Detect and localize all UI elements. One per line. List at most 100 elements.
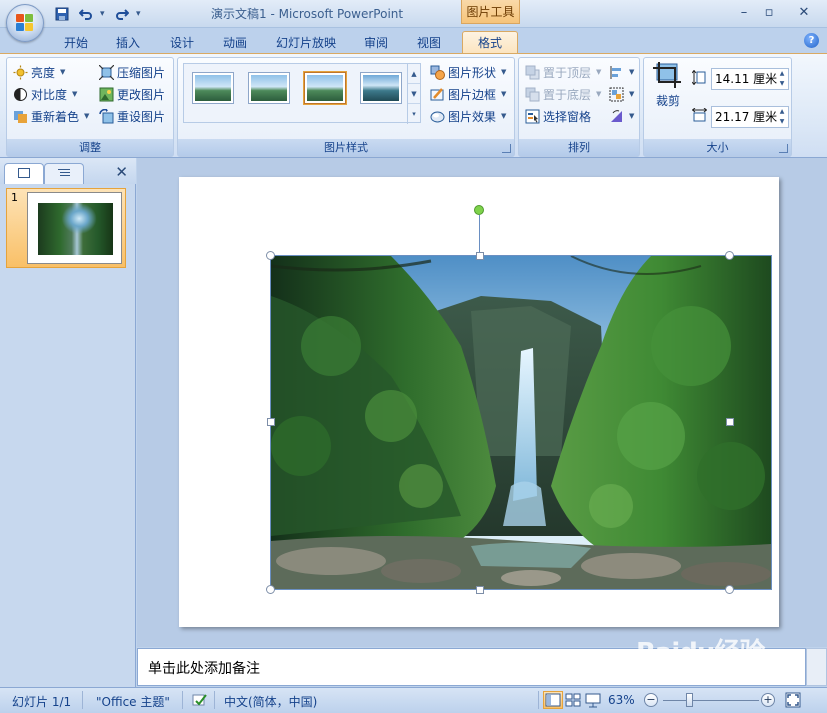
tab-slideshow[interactable]: 幻灯片放映 xyxy=(271,32,341,54)
reset-picture-icon xyxy=(99,108,114,124)
resize-handle-right[interactable] xyxy=(726,418,734,426)
ribbon: 亮度 ▼ 对比度 ▼ 重新着色 ▼ 压缩图片 更改图片 重设图片 调整 ▲ ▼ … xyxy=(0,53,827,158)
spinner-arrows-icon[interactable]: ▲ ▼ xyxy=(776,69,788,89)
help-icon[interactable]: ? xyxy=(804,33,819,48)
close-button[interactable]: ✕ xyxy=(790,2,818,22)
slide-canvas[interactable] xyxy=(179,177,779,627)
shape-width-input[interactable]: 21.17 厘米 ▲ ▼ xyxy=(711,106,789,128)
bring-to-front-button[interactable]: 置于顶层 ▼ xyxy=(525,62,601,82)
picture-border-label: 图片边框 xyxy=(448,87,497,102)
zoom-slider-thumb[interactable] xyxy=(686,693,693,707)
slide-editing-area xyxy=(137,158,827,647)
shape-height-input[interactable]: 14.11 厘米 ▲ ▼ xyxy=(711,68,789,90)
tab-design[interactable]: 设计 xyxy=(164,32,200,54)
dialog-launcher-icon[interactable] xyxy=(779,144,788,153)
brightness-button[interactable]: 亮度 ▼ xyxy=(13,62,65,82)
tab-slides[interactable] xyxy=(4,163,44,184)
chevron-down-icon: ▼ xyxy=(84,112,90,120)
tab-home[interactable]: 开始 xyxy=(58,32,94,54)
tab-insert[interactable]: 插入 xyxy=(110,32,146,54)
save-icon[interactable] xyxy=(52,5,72,23)
recolor-button[interactable]: 重新着色 ▼ xyxy=(13,106,89,126)
maximize-button[interactable]: ▫ xyxy=(755,2,783,22)
resize-handle-bottom-left[interactable] xyxy=(266,585,275,594)
redo-icon[interactable] xyxy=(112,5,132,23)
slides-pane: ✕ 1 xyxy=(0,158,136,687)
slideshow-button[interactable] xyxy=(583,691,603,709)
shape-height-icon xyxy=(691,69,707,86)
gallery-down-icon[interactable]: ▼ xyxy=(408,84,420,104)
language-indicator[interactable]: 中文(简体，中国) xyxy=(224,693,317,710)
gallery-scrollbar[interactable]: ▲ ▼ ▾ xyxy=(407,64,420,124)
resize-handle-top-right[interactable] xyxy=(725,251,734,260)
reset-picture-button[interactable]: 重设图片 xyxy=(99,106,165,126)
tab-outline[interactable] xyxy=(44,163,84,184)
spell-check-icon[interactable] xyxy=(192,692,208,711)
picture-style-option[interactable] xyxy=(304,72,346,104)
zoom-out-icon[interactable]: − xyxy=(644,693,658,707)
shape-height-value: 14.11 厘米 xyxy=(715,72,778,86)
outline-tab-icon xyxy=(58,169,70,176)
compress-pictures-button[interactable]: 压缩图片 xyxy=(98,62,165,82)
picture-border-button[interactable]: 图片边框 ▼ xyxy=(430,84,506,104)
tab-format[interactable]: 格式 xyxy=(462,31,518,55)
notes-scrollbar[interactable] xyxy=(806,648,827,686)
picture-shape-button[interactable]: 图片形状 ▼ xyxy=(430,62,506,82)
picture-style-option[interactable] xyxy=(192,72,234,104)
crop-icon xyxy=(653,62,683,88)
resize-handle-bottom-right[interactable] xyxy=(725,585,734,594)
office-button[interactable] xyxy=(6,4,44,42)
crop-button[interactable]: 裁剪 xyxy=(650,62,686,118)
selection-pane-button[interactable]: 选择窗格 xyxy=(525,106,591,126)
quick-access-toolbar: ▾ ▾ xyxy=(52,4,144,24)
reset-picture-label: 重设图片 xyxy=(117,109,166,124)
change-picture-button[interactable]: 更改图片 xyxy=(99,84,165,104)
gallery-up-icon[interactable]: ▲ xyxy=(408,64,420,84)
picture-border-icon xyxy=(430,87,445,102)
dialog-launcher-icon[interactable] xyxy=(502,144,511,153)
waterfall-picture[interactable] xyxy=(271,256,771,589)
picture-style-option[interactable] xyxy=(248,72,290,104)
normal-view-button[interactable] xyxy=(543,691,563,709)
rotation-handle[interactable] xyxy=(474,205,484,215)
minimize-button[interactable]: – xyxy=(730,2,758,22)
gallery-more-icon[interactable]: ▾ xyxy=(408,104,420,124)
resize-handle-left[interactable] xyxy=(267,418,275,426)
resize-handle-bottom[interactable] xyxy=(476,586,484,594)
customize-qat-icon[interactable]: ▾ xyxy=(136,9,144,19)
picture-style-gallery[interactable]: ▲ ▼ ▾ xyxy=(183,63,421,124)
fit-to-window-icon[interactable] xyxy=(785,692,801,711)
tab-animations[interactable]: 动画 xyxy=(217,32,253,54)
align-button[interactable]: ▼ xyxy=(609,62,634,82)
zoom-level[interactable]: 63% xyxy=(608,693,635,707)
resize-handle-top-left[interactable] xyxy=(266,251,275,260)
shape-width-icon xyxy=(691,107,708,123)
theme-indicator[interactable]: "Office 主题" xyxy=(96,693,170,710)
brightness-icon xyxy=(13,65,28,80)
recolor-icon xyxy=(13,109,28,124)
picture-shape-label: 图片形状 xyxy=(448,65,497,80)
send-to-back-button[interactable]: 置于底层 ▼ xyxy=(525,84,601,104)
selection-pane-label: 选择窗格 xyxy=(543,109,592,124)
slide-thumbnail-1[interactable]: 1 xyxy=(6,188,126,268)
group-objects-button[interactable]: ▼ xyxy=(609,84,634,104)
rotation-line xyxy=(479,215,480,255)
zoom-slider-track[interactable] xyxy=(663,700,759,701)
zoom-in-icon[interactable]: + xyxy=(761,693,775,707)
picture-effects-button[interactable]: 图片效果 ▼ xyxy=(430,106,506,126)
undo-dropdown-icon[interactable]: ▾ xyxy=(100,9,108,19)
change-picture-icon xyxy=(99,87,114,102)
spinner-arrows-icon[interactable]: ▲ ▼ xyxy=(776,107,788,127)
resize-handle-top[interactable] xyxy=(476,252,484,260)
slide-sorter-button[interactable] xyxy=(563,691,583,709)
group-adjust: 亮度 ▼ 对比度 ▼ 重新着色 ▼ 压缩图片 更改图片 重设图片 调整 xyxy=(6,57,174,157)
close-pane-icon[interactable]: ✕ xyxy=(115,163,128,181)
tab-review[interactable]: 审阅 xyxy=(358,32,394,54)
tab-view[interactable]: 视图 xyxy=(411,32,447,54)
picture-style-option[interactable] xyxy=(360,72,402,104)
undo-icon[interactable] xyxy=(76,5,96,23)
contrast-button[interactable]: 对比度 ▼ xyxy=(13,84,77,104)
align-icon xyxy=(609,65,624,80)
rotate-icon xyxy=(609,109,624,124)
rotate-button[interactable]: ▼ xyxy=(609,106,634,126)
